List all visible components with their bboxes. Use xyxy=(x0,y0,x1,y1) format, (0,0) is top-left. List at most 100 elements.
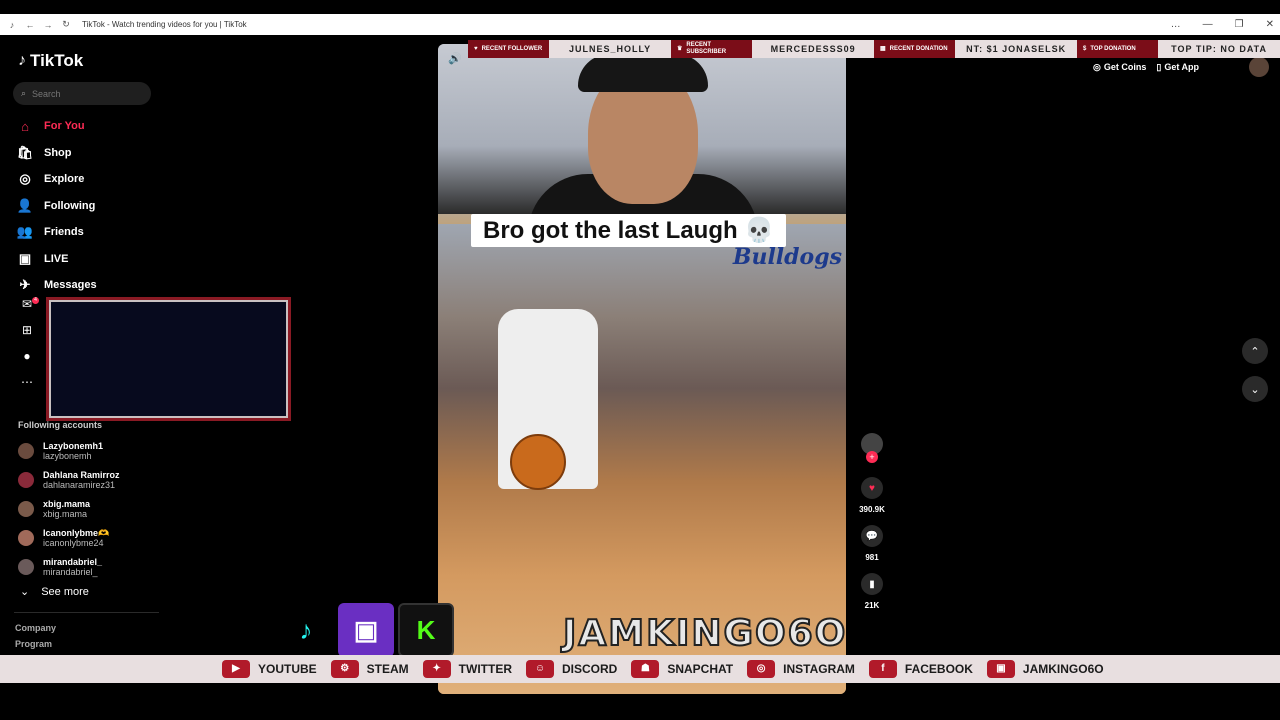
inbox-icon[interactable]: ✉ 4 xyxy=(18,297,39,323)
logo-text: TikTok xyxy=(30,51,84,70)
tiktok-app: ♪ TikTok ⌕ ⌂ For You 🛍 Shop ◎ Explore 👤 … xyxy=(0,35,1280,720)
comment-icon: 💬 xyxy=(865,530,879,542)
sidebar-item-messages[interactable]: ✈ Messages xyxy=(16,272,156,299)
browser-bar: ♪ ← → ↻ TikTok - Watch trending videos f… xyxy=(0,14,1280,35)
sidebar-item-explore[interactable]: ◎ Explore xyxy=(16,166,156,193)
list-item[interactable]: Dahlana Ramirroz dahlanaramirez31 xyxy=(18,465,120,494)
tiktok-brand-icon: ♪ xyxy=(299,614,313,645)
restore-icon[interactable]: ❐ xyxy=(1235,19,1244,30)
chevron-down-icon: ⌄ xyxy=(20,586,30,598)
list-item[interactable]: Lazybonemh1 lazybonemh xyxy=(18,436,120,465)
see-more-button[interactable]: ⌄ See more xyxy=(20,585,89,599)
list-item[interactable]: mirandabriel_ mirandabriel_ xyxy=(18,552,120,581)
search-box[interactable]: ⌕ xyxy=(13,82,151,105)
volume-icon[interactable]: 🔊 xyxy=(448,52,462,65)
tiktok-note-icon: ♪ xyxy=(18,52,26,69)
sidebar-item-label: For You xyxy=(44,120,85,133)
brand-logos: ♪ ▣ K xyxy=(278,603,454,657)
kick-brand-icon: K xyxy=(398,603,454,657)
sidebar-item-following[interactable]: 👤 Following xyxy=(16,193,156,220)
save-count: 21K xyxy=(864,601,880,610)
save-button[interactable]: ▮ xyxy=(861,573,883,595)
divider xyxy=(14,612,159,613)
more-options-icon[interactable]: ⋯ xyxy=(18,375,36,401)
upload-icon[interactable]: ⊞ xyxy=(18,323,36,349)
social-steam: ⚙ STEAM xyxy=(330,660,409,678)
comment-button[interactable]: 💬 xyxy=(861,525,883,547)
tiktok-favicon-icon: ♪ xyxy=(9,19,15,30)
instagram-icon: ◎ xyxy=(747,660,776,678)
twitter-icon: ✦ xyxy=(422,660,451,678)
chevron-up-icon: ⌃ xyxy=(1250,345,1260,358)
avatar xyxy=(18,471,34,488)
video-player[interactable]: Bulldogs Bro got the last Laugh 💀 🔊 xyxy=(438,44,846,694)
alert-value: JULNES_HOLLY xyxy=(549,40,671,58)
list-item[interactable]: xbig.mama xbig.mama xyxy=(18,494,120,523)
alert-value: MERCEDESSS09 xyxy=(752,40,874,58)
get-app-label: Get App xyxy=(1164,61,1199,72)
sidebar-item-live[interactable]: ▣ LIVE xyxy=(16,246,156,273)
social-twitter: ✦ TWITTER xyxy=(422,660,512,678)
crown-icon: ♛ xyxy=(677,45,683,52)
twitch-icon: ▣ xyxy=(986,660,1015,678)
bookmark-icon: ▮ xyxy=(869,578,875,590)
sidebar-item-label: Friends xyxy=(44,226,84,239)
sidebar-item-label: Following xyxy=(44,199,96,212)
coin-icon: ◎ xyxy=(1093,61,1101,72)
alert-value: TOP TIP: NO DATA xyxy=(1158,40,1280,58)
window-titlebar: ♪ ← → ↻ TikTok - Watch trending videos f… xyxy=(0,0,1280,35)
video-person-cap xyxy=(578,54,708,92)
social-youtube: ▶ YOUTUBE xyxy=(222,660,317,678)
sidebar-nav: ⌂ For You 🛍 Shop ◎ Explore 👤 Following 👥… xyxy=(16,113,156,299)
friends-icon: 👥 xyxy=(16,224,34,240)
next-video-button[interactable]: ⌄ xyxy=(1242,376,1268,402)
heart-icon: ♥ xyxy=(474,45,478,52)
facebook-icon: f xyxy=(868,660,897,678)
tiktok-logo[interactable]: ♪ TikTok xyxy=(18,51,83,71)
back-icon[interactable]: ← xyxy=(24,20,36,30)
account-handle: icanonlybme24 xyxy=(43,537,104,548)
footer-link-company[interactable]: Company xyxy=(15,623,56,633)
get-coins-button[interactable]: ◎ Get Coins xyxy=(1093,62,1146,73)
social-facebook: f FACEBOOK xyxy=(868,660,973,678)
reload-icon[interactable]: ↻ xyxy=(60,19,72,30)
youtube-icon: ▶ xyxy=(222,660,250,678)
get-app-button[interactable]: ▯ Get App xyxy=(1156,62,1199,73)
compass-icon: ◎ xyxy=(19,171,31,187)
list-item[interactable]: Icanonlybme🫶 icanonlybme24 xyxy=(18,523,120,552)
close-icon[interactable]: ✕ xyxy=(1266,19,1274,30)
alert-value: NT: $1 JONASELSK xyxy=(955,40,1077,58)
account-name: xbig.mama xyxy=(43,498,91,509)
sidebar-item-shop[interactable]: 🛍 Shop xyxy=(16,140,156,167)
forward-icon[interactable]: → xyxy=(42,20,54,30)
profile-avatar-icon[interactable]: ● xyxy=(18,349,36,375)
alert-label: ▦ RECENT DONATION xyxy=(874,40,956,58)
social-links-bar: ▶ YOUTUBE ⚙ STEAM ✦ TWITTER ☺ DISCORD ☗ SNAPC… xyxy=(0,655,1280,683)
streamer-brand-name: JAMKINGO6O xyxy=(562,612,848,655)
money-bag-icon: $ xyxy=(1083,45,1087,52)
search-input[interactable] xyxy=(32,88,133,99)
account-handle: xbig.mama xyxy=(43,508,88,519)
window-title: TikTok - Watch trending videos for you |… xyxy=(82,20,247,29)
inbox-badge: 4 xyxy=(32,297,39,304)
like-button[interactable]: ♥ xyxy=(861,477,883,499)
footer-link-program[interactable]: Program xyxy=(15,639,52,649)
more-icon[interactable]: … xyxy=(1171,19,1181,30)
home-icon: ⌂ xyxy=(21,118,29,134)
sidebar-collapsed-icons: ✉ 4 ⊞ ● ⋯ xyxy=(18,297,39,401)
see-more-label: See more xyxy=(41,585,89,598)
minimize-icon[interactable]: — xyxy=(1203,19,1213,30)
sidebar-item-friends[interactable]: 👥 Friends xyxy=(16,219,156,246)
avatar xyxy=(18,558,34,575)
following-list: Lazybonemh1 lazybonemh Dahlana Ramirroz da… xyxy=(18,436,120,581)
social-instagram: ◎ INSTAGRAM xyxy=(747,660,855,678)
shop-icon: 🛍 xyxy=(16,144,34,160)
creator-avatar[interactable]: + xyxy=(861,433,883,463)
twitch-brand-icon: ▣ xyxy=(338,603,394,657)
profile-avatar[interactable] xyxy=(1249,57,1269,77)
account-handle: lazybonemh xyxy=(43,450,92,461)
follow-plus-icon[interactable]: + xyxy=(866,451,878,463)
sidebar-item-for-you[interactable]: ⌂ For You xyxy=(16,113,156,140)
previous-video-button[interactable]: ⌃ xyxy=(1242,338,1268,364)
video-top-frame xyxy=(438,44,846,234)
